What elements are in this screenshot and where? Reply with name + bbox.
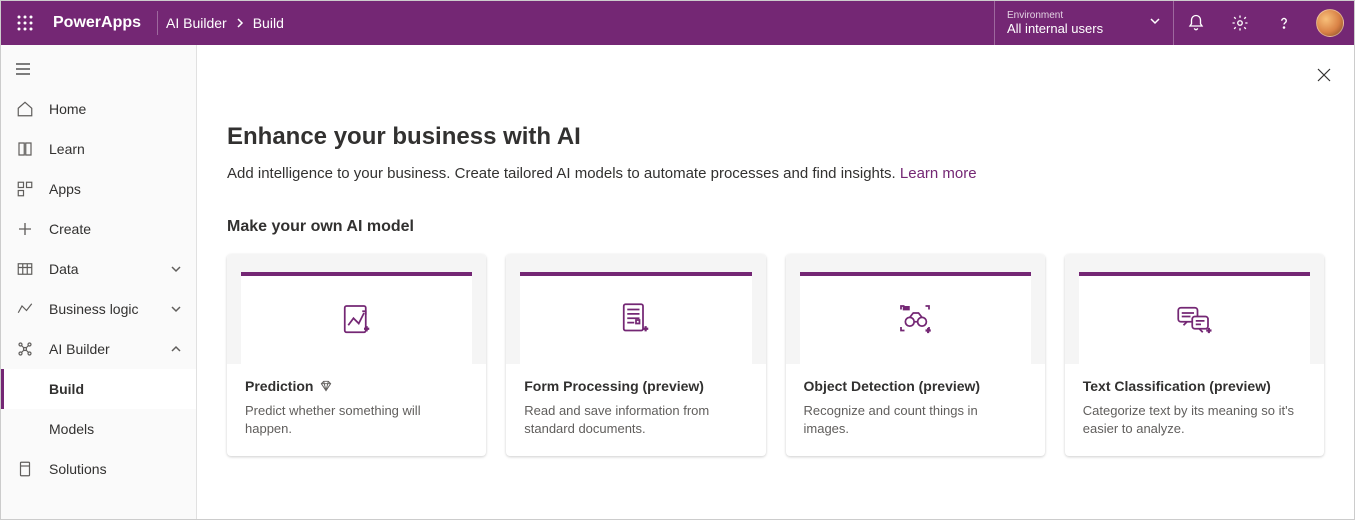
sidebar-item-data[interactable]: Data [1, 249, 196, 289]
main-content: Enhance your business with AI Add intell… [197, 45, 1354, 519]
sidebar-item-label: Solutions [49, 461, 196, 477]
breadcrumb-item-1[interactable]: Build [253, 15, 284, 31]
help-button[interactable] [1262, 1, 1306, 45]
section-heading: Make your own AI model [227, 218, 1324, 236]
settings-button[interactable] [1218, 1, 1262, 45]
sidebar-item-label: Apps [49, 181, 196, 197]
sidebar-item-label: Business logic [49, 301, 170, 317]
chevron-down-icon [170, 263, 182, 275]
sidebar-item-solutions[interactable]: Solutions [1, 449, 196, 489]
sidebar-item-businesslogic[interactable]: Business logic [1, 289, 196, 329]
sidebar-item-learn[interactable]: Learn [1, 129, 196, 169]
waffle-icon [17, 15, 33, 31]
breadcrumb-item-0[interactable]: AI Builder [166, 15, 227, 31]
chevron-down-icon [170, 303, 182, 315]
environment-value: All internal users [1007, 21, 1161, 36]
sidebar-item-label: Learn [49, 141, 196, 157]
object-detect-icon [894, 299, 936, 341]
model-cards: Prediction Predict whether something wil… [227, 254, 1324, 456]
card-form-processing[interactable]: Form Processing (preview) Read and save … [506, 254, 765, 456]
sidebar-item-models[interactable]: Models [1, 409, 196, 449]
card-title: Object Detection (preview) [804, 378, 981, 394]
card-desc: Read and save information from standard … [524, 402, 747, 438]
gear-icon [1231, 14, 1249, 32]
page-subtitle: Add intelligence to your business. Creat… [227, 165, 1324, 182]
chevron-down-icon [1149, 15, 1161, 27]
topbar-divider [157, 11, 158, 35]
sidebar: Home Learn Apps Create Data [1, 45, 197, 519]
flow-icon [15, 299, 35, 319]
close-icon [1316, 67, 1332, 83]
card-desc: Recognize and count things in images. [804, 402, 1027, 438]
prediction-icon [336, 299, 378, 341]
page-subtitle-text: Add intelligence to your business. Creat… [227, 165, 896, 182]
apps-icon [15, 179, 35, 199]
sidebar-item-create[interactable]: Create [1, 209, 196, 249]
card-desc: Categorize text by its meaning so it's e… [1083, 402, 1306, 438]
learn-more-link[interactable]: Learn more [900, 165, 977, 182]
sidebar-item-label: Create [49, 221, 196, 237]
card-object-detection[interactable]: Object Detection (preview) Recognize and… [786, 254, 1045, 456]
sidebar-item-label: Build [49, 381, 196, 397]
environment-label: Environment [1007, 10, 1161, 21]
ai-icon [15, 339, 35, 359]
chevron-right-icon [235, 18, 245, 28]
data-icon [15, 259, 35, 279]
notifications-button[interactable] [1174, 1, 1218, 45]
hamburger-icon [15, 61, 31, 77]
sidebar-item-label: Models [49, 421, 196, 437]
topbar-actions [1174, 1, 1354, 45]
sidebar-item-build[interactable]: Build [1, 369, 196, 409]
breadcrumb: AI Builder Build [166, 15, 284, 31]
card-title: Text Classification (preview) [1083, 378, 1271, 394]
bell-icon [1187, 14, 1205, 32]
card-prediction[interactable]: Prediction Predict whether something wil… [227, 254, 486, 456]
sidebar-item-label: Home [49, 101, 196, 117]
premium-diamond-icon [319, 379, 333, 393]
avatar[interactable] [1316, 9, 1344, 37]
close-button[interactable] [1308, 59, 1340, 91]
sidebar-item-aibuilder[interactable]: AI Builder [1, 329, 196, 369]
sidebar-item-label: AI Builder [49, 341, 170, 357]
app-launcher-button[interactable] [1, 1, 49, 45]
topbar: PowerApps AI Builder Build Environment A… [1, 1, 1354, 45]
sidebar-item-label: Data [49, 261, 170, 277]
environment-picker[interactable]: Environment All internal users [994, 1, 1174, 45]
card-title: Prediction [245, 378, 313, 394]
plus-icon [15, 219, 35, 239]
sidebar-item-apps[interactable]: Apps [1, 169, 196, 209]
brand-label[interactable]: PowerApps [49, 14, 153, 32]
sidebar-collapse-button[interactable] [1, 49, 196, 89]
text-classify-icon [1173, 299, 1215, 341]
sidebar-item-home[interactable]: Home [1, 89, 196, 129]
page-title: Enhance your business with AI [227, 123, 1324, 151]
card-text-classification[interactable]: Text Classification (preview) Categorize… [1065, 254, 1324, 456]
card-title: Form Processing (preview) [524, 378, 704, 394]
book-icon [15, 139, 35, 159]
home-icon [15, 99, 35, 119]
chevron-up-icon [170, 343, 182, 355]
form-icon [615, 299, 657, 341]
solutions-icon [15, 459, 35, 479]
help-icon [1275, 14, 1293, 32]
card-desc: Predict whether something will happen. [245, 402, 468, 438]
